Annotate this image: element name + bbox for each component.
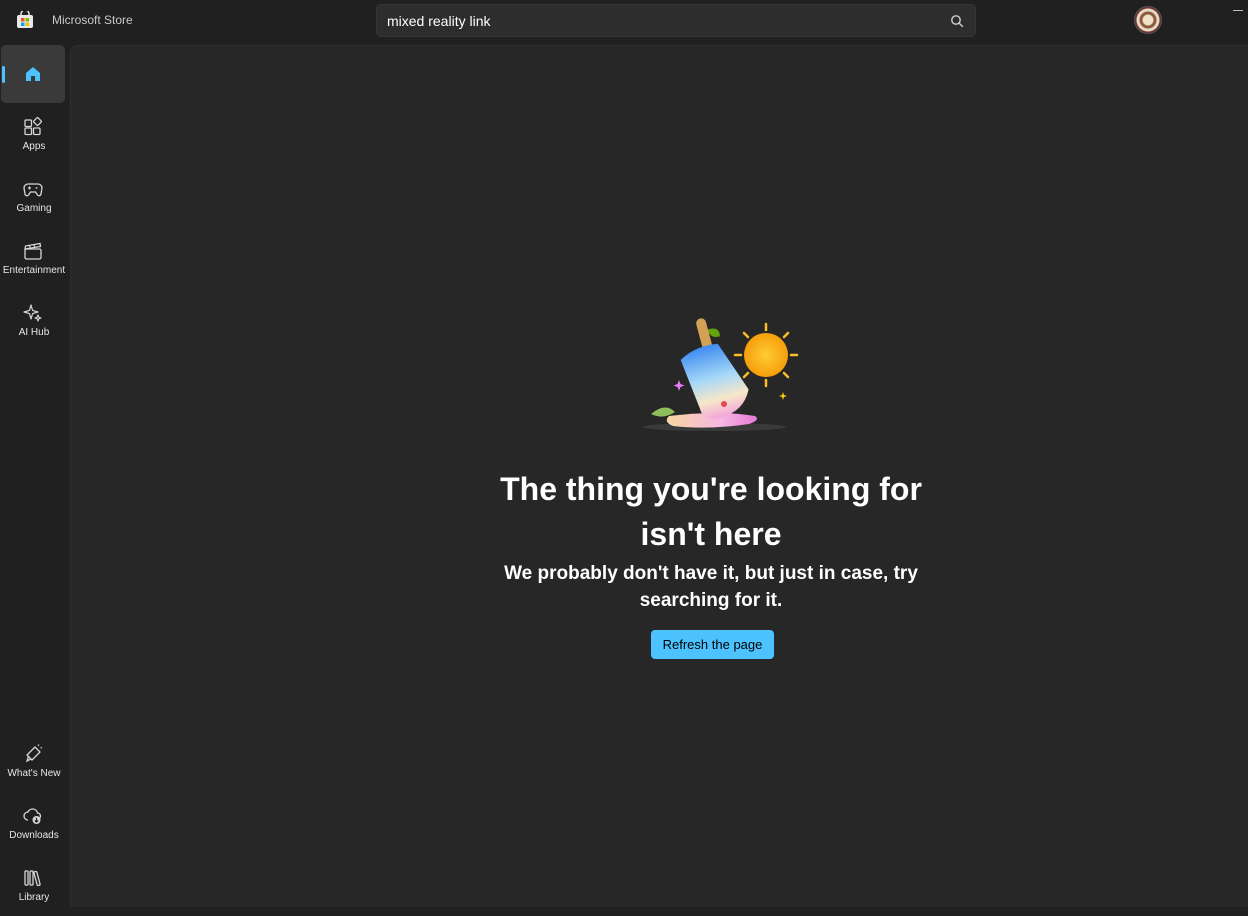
refresh-page-button[interactable]: Refresh the page bbox=[651, 630, 774, 659]
library-icon bbox=[24, 870, 41, 887]
sidebar: Apps Gaming Entertainment AI Hub What's … bbox=[0, 42, 70, 907]
avatar[interactable] bbox=[1134, 6, 1162, 34]
sidebar-item-whats-new[interactable]: What's New bbox=[1, 734, 65, 792]
sidebar-item-label: Downloads bbox=[9, 830, 59, 841]
sidebar-item-gaming[interactable]: Gaming bbox=[1, 169, 65, 227]
sparkle-icon bbox=[23, 304, 42, 322]
microsoft-store-logo-icon bbox=[17, 11, 33, 28]
gamepad-icon bbox=[23, 183, 43, 197]
sidebar-item-label: Gaming bbox=[16, 203, 52, 214]
cloud-download-icon bbox=[23, 808, 42, 824]
search-box[interactable] bbox=[376, 4, 976, 37]
search-icon[interactable] bbox=[950, 14, 964, 28]
search-input[interactable] bbox=[387, 11, 927, 31]
sidebar-item-entertainment[interactable]: Entertainment bbox=[1, 231, 65, 289]
melting-popsicle-illustration bbox=[642, 318, 799, 431]
minimize-button[interactable] bbox=[1233, 10, 1243, 11]
app-title: Microsoft Store bbox=[52, 13, 133, 27]
sidebar-item-label: Apps bbox=[22, 141, 46, 152]
sidebar-item-apps[interactable]: Apps bbox=[1, 107, 65, 165]
error-heading: The thing you're looking for isn't here bbox=[500, 471, 922, 552]
error-subheading: We probably don't have it, but just in c… bbox=[504, 563, 918, 611]
sidebar-item-downloads[interactable]: Downloads bbox=[1, 796, 65, 854]
sidebar-item-ai-hub[interactable]: AI Hub bbox=[1, 293, 65, 351]
sidebar-item-label: Entertainment bbox=[2, 265, 66, 276]
sidebar-item-label: Library bbox=[18, 892, 50, 903]
sidebar-item-home[interactable] bbox=[1, 45, 65, 103]
megaphone-icon bbox=[25, 744, 43, 763]
home-icon bbox=[26, 67, 40, 81]
active-indicator bbox=[2, 66, 5, 83]
sun-icon bbox=[733, 322, 799, 388]
main-content: The thing you're looking for isn't here … bbox=[70, 45, 1248, 907]
apps-icon bbox=[24, 117, 42, 136]
sidebar-item-label: AI Hub bbox=[18, 327, 50, 338]
title-bar: Microsoft Store bbox=[0, 0, 1248, 42]
sidebar-item-label: What's New bbox=[7, 768, 61, 779]
clapperboard-icon bbox=[24, 242, 42, 260]
sidebar-item-library[interactable]: Library bbox=[1, 858, 65, 916]
